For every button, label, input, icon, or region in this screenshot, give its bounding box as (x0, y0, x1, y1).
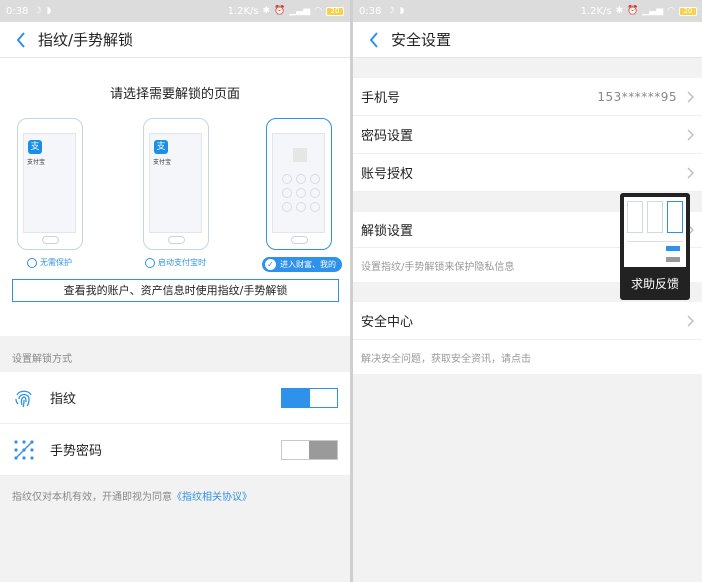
nav-bar: 安全设置 (353, 22, 702, 58)
phone-screen: 支 支付宝 (23, 133, 76, 233)
fingerprint-gesture-screen: 0:38 ☽ ◗ 1.2K/s ✱ ⏰ ▁▃▅ ◠ 20 指纹/手势解锁 请选择… (0, 0, 350, 582)
phone-number-label: 手机号 (361, 91, 401, 106)
bluetooth-icon: ✱ (615, 6, 624, 16)
gesture-grid-icon (282, 174, 320, 212)
fingerprint-toggle[interactable] (281, 387, 338, 408)
status-bar: 0:38 ☽ ◗ 1.2K/s ✱ ⏰ ▁▃▅ ◠ 20 (0, 0, 350, 22)
phone-preview-none[interactable]: 支 支付宝 (17, 118, 83, 250)
phone-screen (272, 133, 325, 233)
account-authorization-label: 账号授权 (361, 167, 414, 182)
gesture-row: 手势密码 (0, 424, 350, 476)
chevron-right-icon (687, 91, 694, 102)
sync-icon: ☽ (33, 6, 42, 16)
chevron-right-icon (687, 129, 694, 140)
security-center-row[interactable]: 安全中心 (353, 302, 702, 340)
chevron-left-icon (369, 31, 378, 48)
agreement-text: 指纹仅对本机有效，开通即视为同意 (12, 492, 172, 503)
alipay-logo-icon: 支 (154, 140, 168, 154)
battery-icon: 20 (679, 6, 697, 16)
option-label: 启动支付宝时 (158, 258, 206, 267)
phone-preview-launch[interactable]: 支 支付宝 (143, 118, 209, 250)
radio-icon (27, 257, 37, 268)
page-title: 指纹/手势解锁 (38, 31, 134, 49)
chevron-left-icon (16, 31, 25, 48)
fingerprint-icon (12, 386, 36, 410)
back-button[interactable] (10, 29, 32, 51)
section-label: 设置解锁方式 (12, 354, 72, 365)
home-button-shape (291, 236, 308, 244)
option-label: 无需保护 (40, 258, 72, 267)
status-bar: 0:38 ☽ ◗ 1.2K/s ✱ ⏰ ▁▃▅ ◠ 20 (353, 0, 702, 22)
feedback-label: 求助反馈 (630, 277, 679, 291)
fingerprint-label: 指纹 (50, 392, 77, 407)
back-button[interactable] (363, 29, 385, 51)
security-center-label: 安全中心 (361, 315, 414, 330)
page-title: 安全设置 (391, 31, 452, 49)
phone-number-row[interactable]: 手机号 153******95 (353, 78, 702, 116)
moon-icon: ◗ (399, 6, 405, 16)
password-settings-row[interactable]: 密码设置 (353, 116, 702, 154)
gesture-icon (12, 438, 36, 462)
option-label: 进入财富、我的 (280, 260, 336, 269)
network-speed: 1.2K/s (580, 5, 612, 17)
radio-icon (145, 257, 155, 268)
fingerprint-row: 指纹 (0, 372, 350, 424)
chevron-right-icon (687, 315, 694, 326)
option-on-launch[interactable]: 启动支付宝时 (145, 257, 206, 268)
chevron-right-icon (687, 167, 694, 178)
network-speed: 1.2K/s (227, 5, 259, 17)
bluetooth-icon: ✱ (262, 6, 271, 16)
gesture-label: 手势密码 (50, 444, 103, 459)
screenshot-thumbnail (624, 197, 686, 267)
app-name: 支付宝 (27, 159, 46, 166)
home-button-shape (42, 236, 59, 244)
toggle-fill (282, 388, 310, 407)
option-wealth-mine[interactable]: ✓ 进入财富、我的 (262, 257, 342, 272)
toggle-fill (309, 440, 337, 459)
phone-preview-wealth[interactable] (266, 118, 332, 250)
password-settings-label: 密码设置 (361, 129, 414, 144)
signal-icon: ▁▃▅ (289, 6, 311, 16)
lock-placeholder-icon (293, 148, 307, 162)
security-center-desc: 解决安全问题，获取安全资讯，请点击 (353, 340, 702, 374)
chooser-title: 请选择需要解锁的页面 (109, 87, 240, 102)
home-button-shape (168, 236, 185, 244)
phone-number-value: 153******95 (597, 89, 677, 104)
wifi-icon: ◠ (667, 6, 675, 16)
selection-hint: 查看我的账户、资产信息时使用指纹/手势解锁 (12, 279, 339, 302)
alipay-logo-icon: 支 (28, 140, 42, 154)
gesture-toggle[interactable] (281, 439, 338, 460)
alarm-icon: ⏰ (627, 6, 639, 16)
app-name: 支付宝 (153, 159, 172, 166)
check-icon: ✓ (265, 259, 276, 270)
moon-icon: ◗ (46, 6, 52, 16)
wifi-icon: ◠ (314, 6, 322, 16)
agreement-note: 指纹仅对本机有效，开通即视为同意《指纹相关协议》 (0, 476, 350, 515)
alarm-icon: ⏰ (274, 6, 286, 16)
status-time: 0:38 (359, 5, 382, 17)
signal-icon: ▁▃▅ (642, 6, 664, 16)
fingerprint-agreement-link[interactable]: 《指纹相关协议》 (172, 492, 252, 503)
sync-icon: ☽ (386, 6, 395, 16)
unlock-page-chooser: 请选择需要解锁的页面 支 支付宝 支 支付宝 无需保护 启动支付宝时 ✓ 进入财… (0, 58, 350, 336)
phone-screen: 支 支付宝 (149, 133, 202, 233)
feedback-floating-button[interactable]: 求助反馈 (620, 193, 690, 300)
nav-bar: 指纹/手势解锁 (0, 22, 350, 58)
unlock-settings-label: 解锁设置 (361, 224, 414, 239)
option-no-protection[interactable]: 无需保护 (27, 257, 72, 268)
battery-icon: 20 (326, 6, 344, 16)
account-authorization-row[interactable]: 账号授权 (353, 154, 702, 192)
status-time: 0:38 (6, 5, 29, 17)
